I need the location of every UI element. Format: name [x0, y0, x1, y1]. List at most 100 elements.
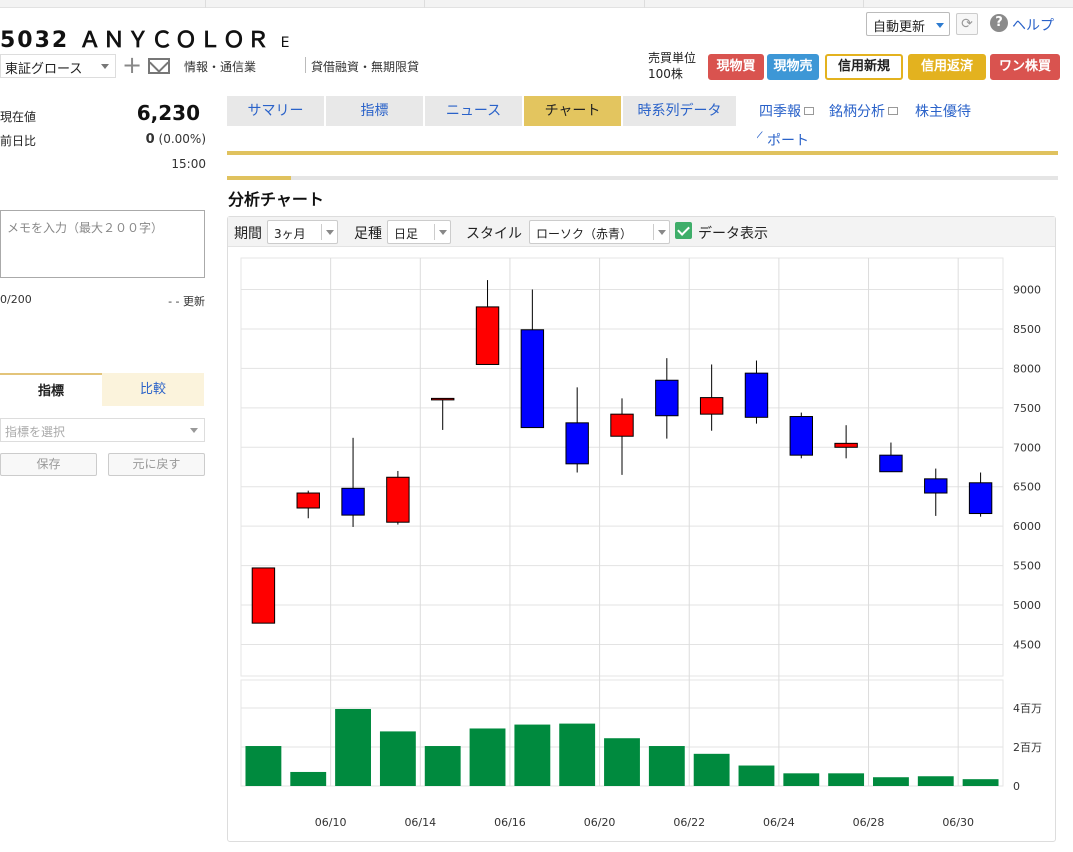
tab-indicator[interactable]: 指標 [0, 373, 102, 406]
indicator-select-placeholder: 指標を選択 [5, 425, 66, 439]
price-tick-label: 8500 [1013, 323, 1041, 336]
volume-bar [559, 723, 596, 786]
volume-bar [783, 773, 820, 786]
margin-new-button[interactable]: 信用新規 [825, 54, 903, 80]
candle-body [565, 422, 589, 465]
margin-repay-button[interactable]: 信用返済 [908, 54, 986, 80]
candle-body [341, 487, 365, 516]
link-shikiho[interactable]: 四季報 [759, 101, 814, 121]
candle-body [699, 397, 724, 415]
volume-bar [469, 728, 506, 786]
interval-select[interactable]: 日足 [387, 220, 451, 244]
candle-body [879, 454, 903, 473]
price-label: 現在値 [0, 110, 37, 124]
auto-update-label: 自動更新 [873, 20, 926, 35]
x-tick-label: 06/10 [315, 816, 347, 829]
cash-buy-button[interactable]: 現物買 [708, 54, 764, 80]
price-tick-label: 6500 [1013, 481, 1041, 494]
price-tick-label: 5000 [1013, 599, 1041, 612]
tab-compare[interactable]: 比較 [102, 373, 204, 406]
candle-body [924, 478, 948, 494]
section-divider [227, 176, 1058, 180]
memo-input[interactable]: メモを入力（最大２００字） [0, 210, 205, 278]
volume-bar [873, 777, 909, 786]
style-select[interactable]: ローソク（赤青） [529, 220, 670, 244]
one-share-buy-button[interactable]: ワン株買 [990, 54, 1060, 80]
stock-title: 5032 ＡＮＹＣＯＬＯＲ E [0, 22, 289, 54]
link-shikiho-label: 四季報 [759, 104, 801, 120]
chevron-down-icon [190, 428, 198, 433]
section-divider-accent [227, 176, 291, 180]
x-tick-label: 06/30 [942, 816, 974, 829]
candle-body [655, 379, 679, 417]
link-stock-analysis-label: 銘柄分析 [829, 104, 885, 120]
help-icon[interactable]: ? [990, 14, 1008, 32]
data-display-label: データ表示 [698, 226, 768, 242]
tab-news[interactable]: ニュース [425, 96, 522, 126]
volume-bar [335, 708, 371, 786]
volume-bar [604, 738, 640, 786]
tab-time-series[interactable]: 時系列データ [623, 96, 736, 126]
auto-update-select[interactable]: 自動更新 [866, 12, 950, 36]
report-link-start: ⟋ [757, 130, 763, 146]
tab-indicators[interactable]: 指標 [326, 96, 423, 126]
quote-time: 15:00 [171, 157, 206, 171]
stock-name: 5032 ＡＮＹＣＯＬＯＲ [0, 28, 271, 53]
candlestick-chart[interactable]: 4500 5000 5500 6000 6500 7000 7500 8000 8500 9000… [228, 248, 1054, 840]
volume-bar [962, 779, 999, 786]
candle-body [520, 329, 545, 429]
change-value: 0 (0.00%) [146, 132, 206, 147]
chevron-down-icon [653, 224, 669, 240]
volume-bar [245, 746, 282, 786]
candle-body [475, 306, 500, 365]
link-report[interactable]: ⟋レポート [757, 130, 809, 150]
price-tick-label: 7000 [1013, 441, 1041, 454]
volume-bar [290, 771, 327, 786]
volume-bar [379, 731, 416, 786]
x-tick-label: 06/20 [584, 816, 616, 829]
indicator-select[interactable]: 指標を選択 [0, 418, 205, 442]
x-tick-label: 06/22 [673, 816, 705, 829]
price-value: 6,230 [136, 101, 200, 125]
add-watchlist-plus-icon[interactable]: + [122, 53, 142, 77]
data-display-checkbox-icon[interactable] [675, 222, 692, 239]
margin-type-label: 貸借融資・無期限貸 [311, 60, 420, 74]
link-stock-analysis[interactable]: 銘柄分析 [829, 101, 898, 121]
save-button[interactable]: 保存 [0, 453, 97, 476]
interval-select-value: 日足 [394, 227, 419, 241]
market-select[interactable]: 東証グロース [0, 54, 116, 78]
memo-count: 0/200 [0, 293, 32, 306]
market-select-value: 東証グロース [5, 62, 83, 77]
volume-bar [917, 776, 954, 786]
candle-body [610, 413, 634, 437]
tab-chart[interactable]: チャート [524, 96, 621, 126]
candle-body [386, 476, 410, 523]
price-tick-label: 9000 [1013, 284, 1041, 297]
help-link[interactable]: ヘルプ [1012, 15, 1054, 35]
volume-bar [693, 753, 730, 786]
cash-sell-button[interactable]: 現物売 [767, 54, 819, 80]
volume-bar [828, 773, 865, 786]
price-tick-label: 6000 [1013, 520, 1041, 533]
mail-icon[interactable] [148, 58, 170, 74]
period-select[interactable]: 3ヶ月 [267, 220, 338, 244]
link-shareholder-benefits[interactable]: 株主優待 [915, 101, 971, 121]
period-label: 期間 [234, 226, 262, 242]
price-tick-label: 4500 [1013, 638, 1041, 651]
refresh-icon[interactable]: ⟳ [956, 13, 978, 35]
reset-button[interactable]: 元に戻す [108, 453, 205, 476]
industry-label: 情報・通信業 [184, 60, 257, 74]
volume-bar [424, 746, 461, 786]
nav-underline [227, 151, 1058, 155]
trade-unit-label: 売買単位 [648, 51, 697, 65]
chevron-down-icon [936, 23, 944, 28]
volume-tick-label: 4百万 [1013, 702, 1042, 715]
memo-update-link[interactable]: - - 更新 [168, 293, 205, 309]
tab-summary[interactable]: サマリー [227, 96, 324, 126]
candle-body [968, 482, 993, 515]
volume-bar [648, 746, 685, 786]
chevron-down-icon [101, 64, 109, 69]
candle-body [251, 567, 276, 624]
style-select-value: ローソク（赤青） [536, 227, 633, 241]
candle-body [744, 372, 769, 418]
